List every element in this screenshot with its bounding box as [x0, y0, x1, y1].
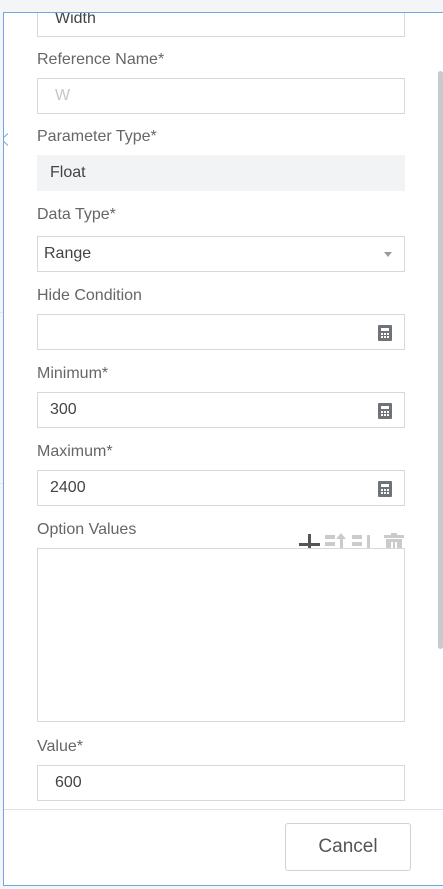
- parameter-type-label: Parameter Type*: [37, 128, 157, 145]
- minimum-value: 300: [50, 401, 77, 418]
- form-scroll-area[interactable]: Width Reference Name* W Parameter Type* …: [4, 13, 443, 809]
- value-value: 600: [55, 774, 82, 791]
- parameter-editor-panel: Width Reference Name* W Parameter Type* …: [3, 12, 443, 886]
- calculator-icon[interactable]: [378, 481, 392, 497]
- reference-name-label: Reference Name*: [37, 51, 165, 68]
- value-input[interactable]: 600: [37, 765, 405, 801]
- minimum-input[interactable]: 300: [37, 392, 405, 428]
- reference-name-placeholder: W: [55, 87, 71, 104]
- name-value: Width: [55, 13, 96, 27]
- calculator-icon[interactable]: [378, 403, 392, 419]
- calculator-icon[interactable]: [378, 325, 392, 341]
- maximum-input[interactable]: 2400: [37, 470, 405, 506]
- reference-name-input[interactable]: W: [37, 78, 405, 114]
- value-label: Value*: [37, 738, 83, 755]
- hide-condition-input[interactable]: [37, 314, 405, 350]
- panel-footer: Cancel: [4, 809, 443, 885]
- hide-condition-label: Hide Condition: [37, 287, 142, 304]
- chevron-down-icon: [384, 252, 392, 257]
- option-values-label: Option Values: [37, 521, 137, 538]
- data-type-label: Data Type*: [37, 206, 116, 223]
- data-type-value: Range: [44, 245, 92, 262]
- data-type-select[interactable]: Range: [37, 236, 405, 272]
- parameter-type-value: Float: [50, 164, 86, 181]
- name-field[interactable]: Width: [37, 13, 405, 37]
- maximum-label: Maximum*: [37, 443, 113, 460]
- maximum-value: 2400: [50, 479, 86, 496]
- option-values-list[interactable]: [37, 548, 405, 722]
- parameter-type-field: Float: [37, 155, 405, 191]
- vertical-scrollbar[interactable]: [438, 71, 443, 649]
- minimum-label: Minimum*: [37, 365, 109, 382]
- cancel-button[interactable]: Cancel: [285, 823, 411, 871]
